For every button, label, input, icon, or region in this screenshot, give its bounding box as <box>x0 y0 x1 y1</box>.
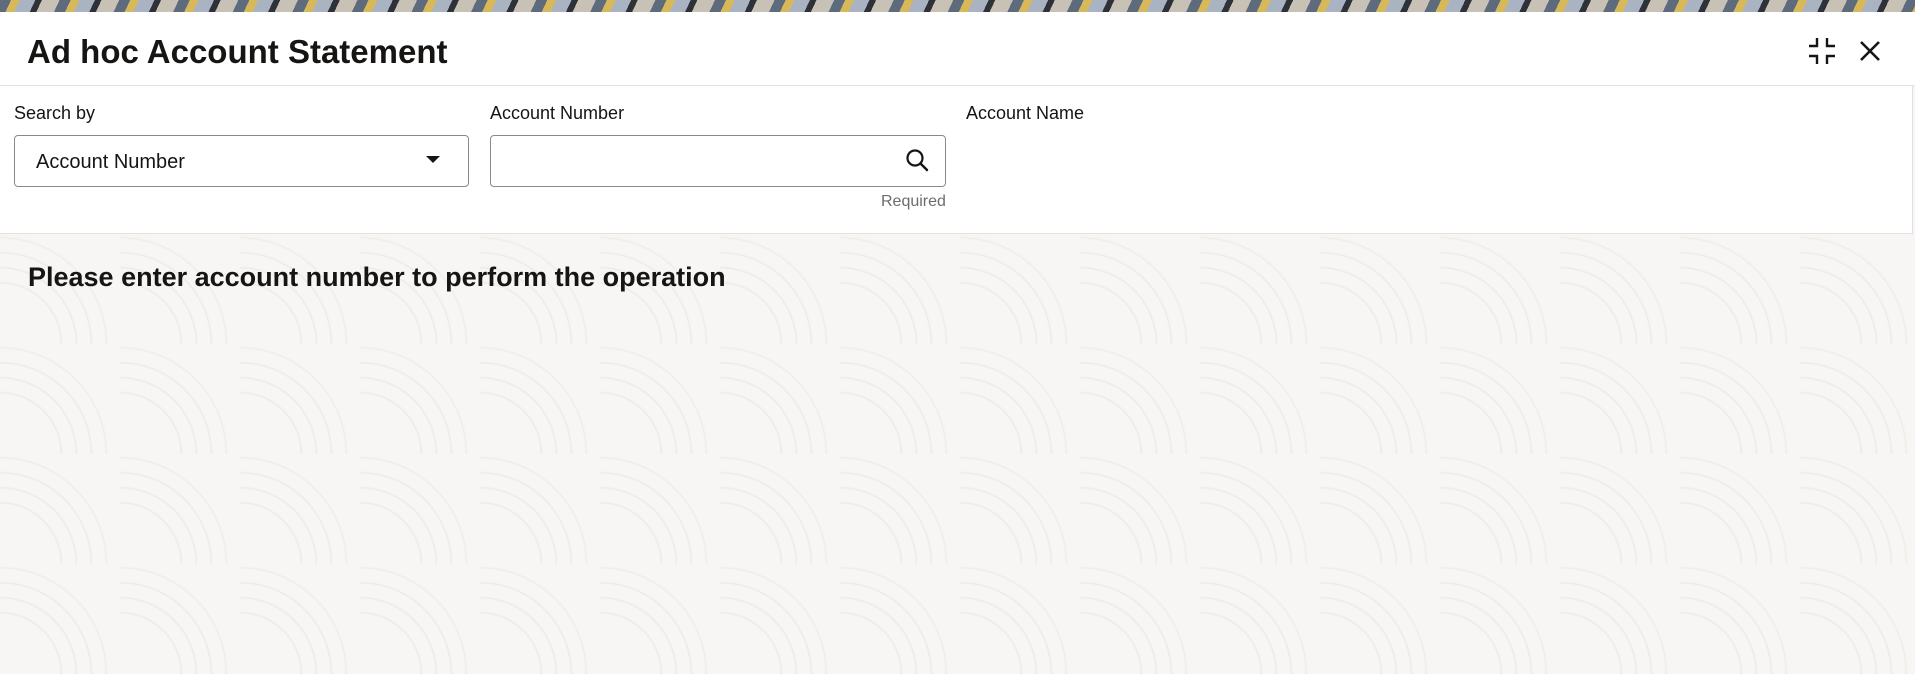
dialog-header: Ad hoc Account Statement <box>0 14 1915 86</box>
collapse-button[interactable] <box>1802 31 1842 71</box>
account-number-label: Account Number <box>490 103 625 123</box>
app-window: Ad hoc Account Statement Search by Accou… <box>0 0 1915 674</box>
collapse-icon <box>1807 36 1837 66</box>
search-by-label: Search by <box>14 103 96 123</box>
search-form-panel: Search by Account Number Account Name Ac… <box>0 86 1913 234</box>
search-by-select[interactable]: Account Number <box>14 135 469 187</box>
account-number-field <box>490 135 946 187</box>
account-search-button[interactable] <box>903 148 931 176</box>
account-number-input[interactable] <box>503 144 887 180</box>
page-title: Ad hoc Account Statement <box>27 33 448 70</box>
required-helper-text: Required <box>881 193 946 210</box>
account-name-label: Account Name <box>966 103 1085 123</box>
search-icon <box>905 148 929 177</box>
decorative-banner-strip <box>0 0 1915 14</box>
close-icon <box>1858 39 1882 63</box>
search-by-selected-value: Account Number <box>36 151 185 173</box>
close-button[interactable] <box>1850 31 1890 71</box>
chevron-down-icon <box>426 156 440 163</box>
main-content: Please enter account number to perform t… <box>0 234 1915 674</box>
instruction-message: Please enter account number to perform t… <box>28 262 726 292</box>
